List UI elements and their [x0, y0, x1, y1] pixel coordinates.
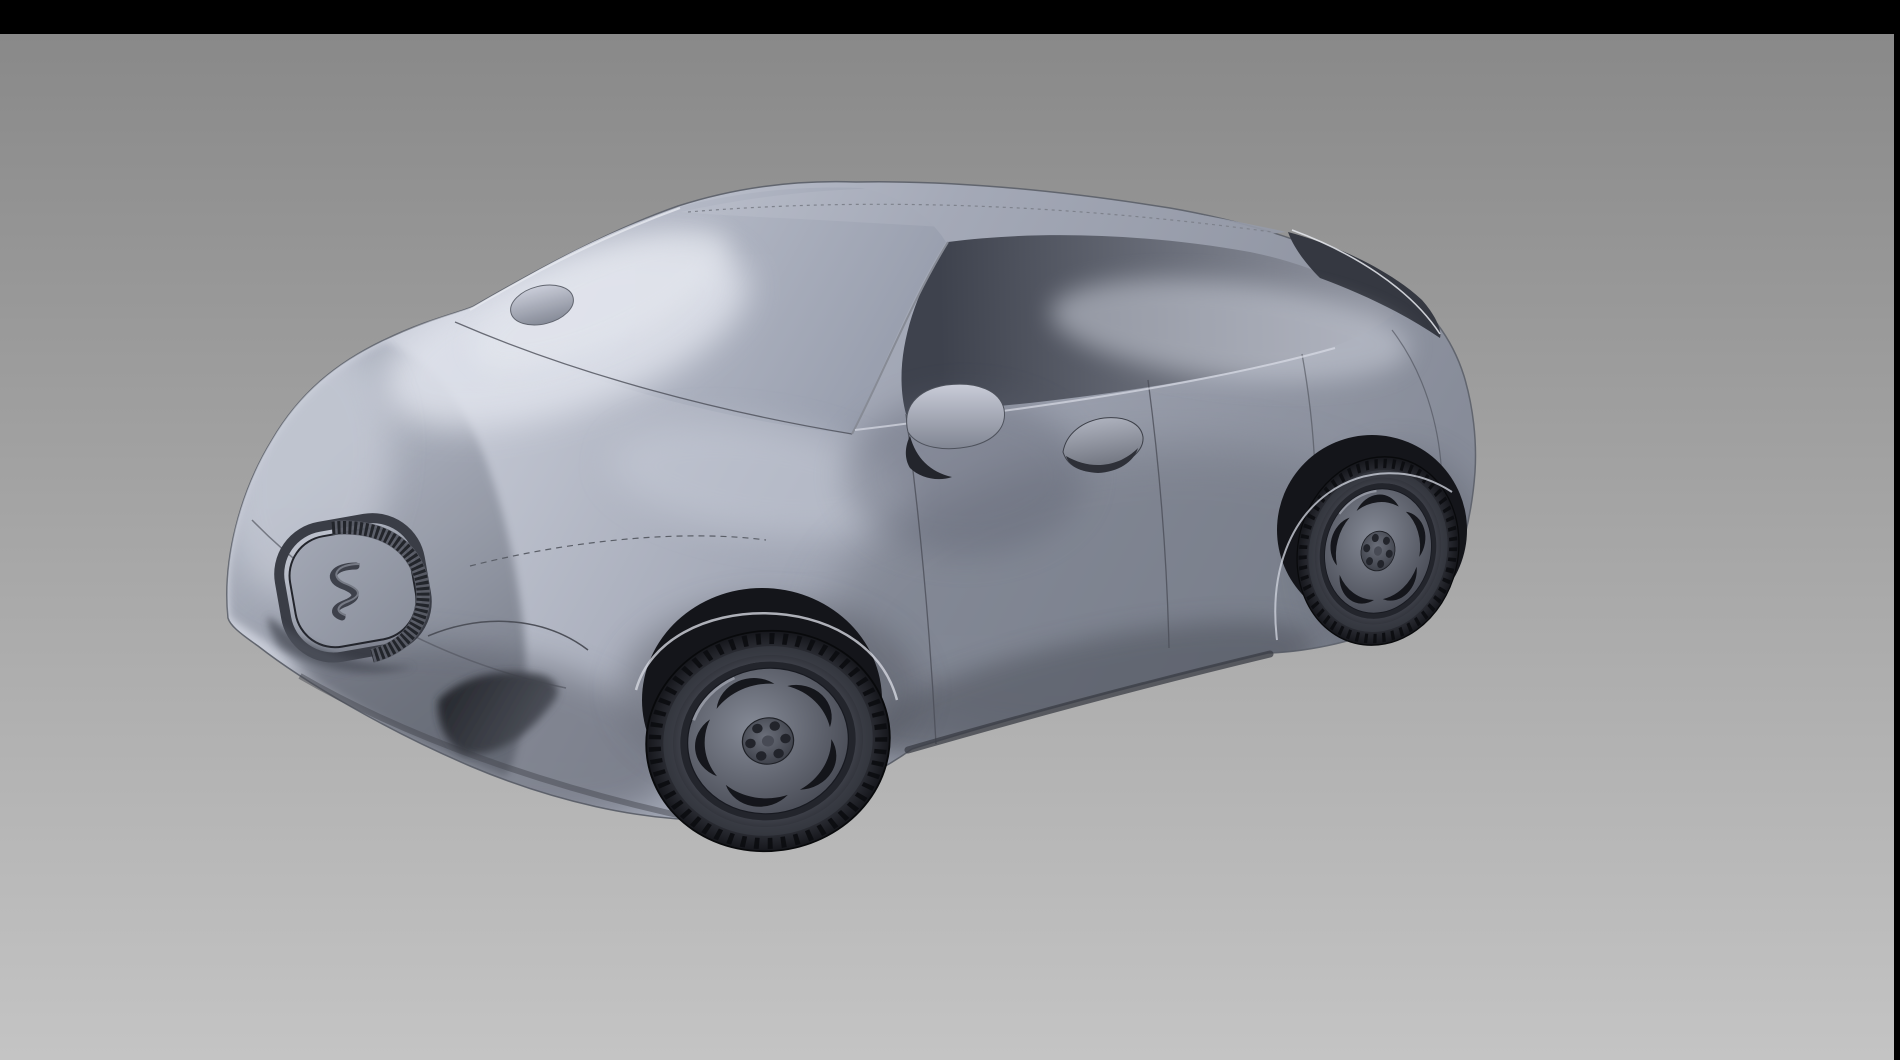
top-letterbox-bar	[0, 0, 1900, 34]
cad-application-window	[0, 0, 1900, 1060]
render-canvas	[0, 0, 1900, 1060]
right-letterbox-strip	[1894, 34, 1900, 1060]
